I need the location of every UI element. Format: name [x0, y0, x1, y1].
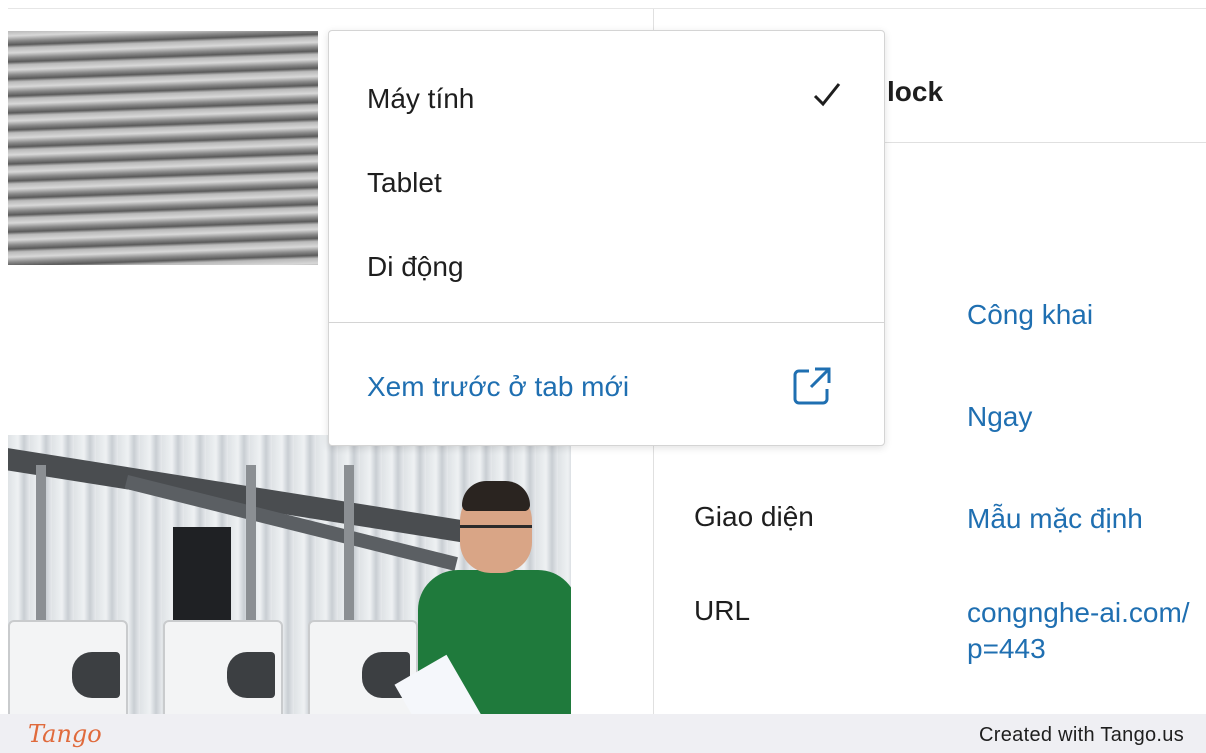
solar-inverter-photo	[8, 435, 571, 714]
menu-item-mobile[interactable]: Di động	[329, 227, 884, 311]
menu-item-label: Di động	[367, 251, 464, 282]
visibility-value[interactable]: Công khai	[967, 297, 1093, 333]
preview-in-new-tab-link[interactable]: Xem trước ở tab mới	[329, 341, 884, 431]
menu-item-tablet[interactable]: Tablet	[329, 143, 884, 227]
menu-item-desktop[interactable]: Máy tính	[329, 59, 884, 143]
tango-footer: Tango Created with Tango.us	[0, 714, 1206, 753]
check-icon	[813, 83, 841, 107]
template-value[interactable]: Mẫu mặc định	[967, 501, 1143, 537]
menu-divider	[329, 322, 884, 323]
url-label: URL	[694, 595, 751, 626]
template-label: Giao diện	[694, 501, 814, 532]
photo-person-glasses	[460, 525, 532, 539]
photo-laptop	[173, 527, 231, 625]
menu-item-label: Máy tính	[367, 83, 475, 114]
menu-item-label: Tablet	[367, 167, 442, 198]
url-value[interactable]: congnghe-ai.com/ p=443	[967, 595, 1206, 667]
preview-in-new-tab-label: Xem trước ở tab mới	[367, 371, 630, 402]
photo-inverter	[8, 620, 128, 714]
publish-value[interactable]: Ngay	[967, 399, 1032, 435]
solar-roof-image	[8, 31, 318, 265]
photo-inverter	[163, 620, 283, 714]
photo-person-hair	[462, 481, 530, 511]
photo-inverter	[308, 620, 418, 714]
settings-title: lock	[887, 76, 944, 107]
footer-credit: Created with Tango.us	[979, 724, 1184, 746]
preview-dropdown-menu: Máy tính Tablet Di động Xem trước ở tab …	[328, 30, 885, 446]
tango-logo: Tango	[28, 720, 102, 748]
external-link-icon	[793, 367, 831, 405]
